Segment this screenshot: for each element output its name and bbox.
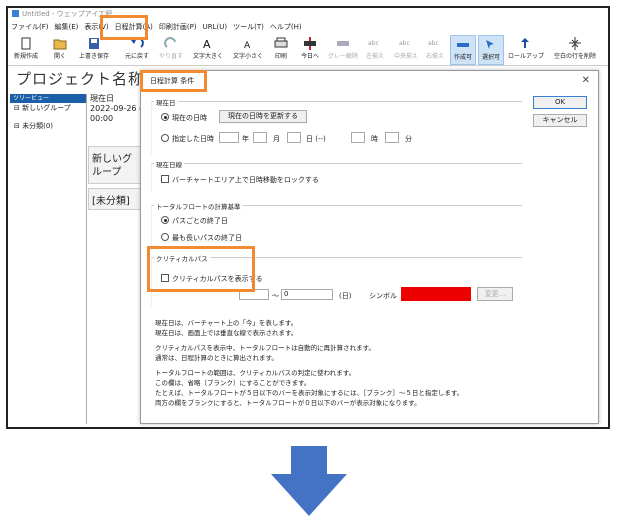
float-range-to-input[interactable]: 0 (281, 289, 333, 300)
hour-input[interactable] (351, 132, 365, 143)
menu-bar: ファイル(F) 編集(E) 表示(V) 日程計算(A) 印刷計画(P) URL(U) ツール… (8, 21, 608, 34)
rollup-button[interactable]: ロールアップ (508, 35, 544, 65)
today-icon (304, 37, 316, 50)
font-smaller-button[interactable]: A 文字小さく (230, 35, 266, 65)
range-unit: (日) (339, 292, 352, 300)
year-label: 年 (242, 135, 249, 143)
symbol-label: シンボル (369, 292, 397, 300)
ungrey-button[interactable]: グレー解除 (326, 35, 360, 65)
menu-tools[interactable]: ツール(T) (230, 21, 267, 34)
highlight-critical-path (147, 246, 255, 292)
month-label: 月 (273, 135, 280, 143)
year-input[interactable] (219, 132, 239, 143)
new-button[interactable]: 新規作成 (12, 35, 40, 65)
total-float-group: トータルフロートの計算基準 (151, 201, 522, 250)
radio-unselected (161, 134, 169, 142)
font-smaller-icon: A (244, 41, 251, 50)
save-icon (89, 38, 99, 49)
tree-view: ツリービュー ⊟ 新しいグループ ⊟ 未分類(0) (10, 94, 87, 424)
align-left-icon: abc (368, 40, 379, 47)
create-icon (457, 43, 469, 47)
total-float-legend: トータルフロートの計算基準 (154, 201, 243, 211)
cancel-button[interactable]: キャンセル (533, 114, 587, 127)
svg-text:A: A (203, 38, 211, 50)
align-center-icon: abc (399, 40, 410, 47)
app-icon (12, 10, 19, 17)
update-now-button[interactable]: 現在の日時を更新する (219, 110, 307, 123)
current-day-group: 現在日 (151, 97, 522, 154)
day-label: 日 (--) (306, 135, 326, 143)
toolbar: 新規作成 開く 上書き保存 元に戻す やり直す A 文字大きく A 文字小さく 印刷… (8, 35, 608, 66)
minute-input[interactable] (385, 132, 399, 143)
redo-button[interactable]: やり直す (156, 35, 186, 65)
day-input[interactable] (287, 132, 301, 143)
redo-icon (164, 37, 176, 48)
folder-icon (53, 39, 67, 50)
align-right-icon: abc (428, 40, 439, 47)
print-button[interactable]: 印刷 (270, 35, 292, 65)
menu-url[interactable]: URL(U) (200, 21, 230, 34)
delete-blank-rows-button[interactable]: 空白の行を削除 (546, 35, 604, 65)
now-radio[interactable]: 現在の日時 (161, 113, 207, 123)
help-paragraph: クリティカルパスを表示中、トータルフロートは自動的に再計算されます。 通常は、日程… (155, 344, 375, 362)
radio-selected (161, 216, 169, 224)
current-line-legend: 現在日線 (154, 159, 184, 169)
longest-path-radio[interactable]: 最も長いパスの終了日 (161, 233, 242, 243)
down-arrow-icon (271, 446, 347, 516)
menu-help[interactable]: ヘルプ(H) (267, 21, 305, 34)
delete-rows-icon (569, 37, 581, 50)
menu-file[interactable]: ファイル(F) (8, 21, 52, 34)
open-button[interactable]: 開く (50, 35, 70, 65)
lock-move-checkbox[interactable]: バーチャートエリア上で日時移動をロックする (161, 175, 319, 185)
title-bar: Untitled - ウェップアイ工程 (8, 8, 608, 20)
svg-text:abc: abc (368, 40, 379, 47)
help-paragraph: 現在日は、バーチャート上の「今」を表します。 現在日は、画面上では垂直な線で表示さ… (155, 319, 298, 337)
font-larger-button[interactable]: A 文字大きく (190, 35, 226, 65)
align-right-button[interactable]: abc 右揃え (424, 35, 446, 65)
svg-text:abc: abc (399, 40, 410, 47)
radio-selected (161, 113, 169, 121)
align-center-button[interactable]: abc 中央揃え (392, 35, 420, 65)
help-paragraph: トータルフロートの範囲は、クリティカルパスの判定に使われます。 この欄は、省略（ブ… (155, 369, 464, 407)
close-icon[interactable]: ✕ (582, 75, 590, 86)
ok-button[interactable]: OK (533, 96, 587, 109)
svg-text:A: A (244, 41, 251, 50)
tree-view-header: ツリービュー (10, 94, 86, 103)
dialog-title: 日程計算 条件 (150, 77, 195, 85)
tree-item-unclassified[interactable]: ⊟ 未分類(0) (10, 121, 86, 132)
menu-edit[interactable]: 編集(E) (52, 21, 82, 34)
menu-print-plan[interactable]: 印刷計画(P) (156, 21, 200, 34)
radio-unselected (161, 233, 169, 241)
current-day-legend: 現在日 (154, 97, 178, 107)
checkbox-empty (161, 175, 169, 183)
highlight-schedule-menu (100, 15, 148, 40)
select-enabled-button[interactable]: 選択可 (478, 35, 504, 65)
hour-label: 時 (371, 135, 378, 143)
range-separator: 〜 (272, 292, 279, 300)
highlight-dialog-title (140, 70, 207, 92)
specified-radio[interactable]: 指定した日時 (161, 134, 214, 144)
tree-item-group[interactable]: ⊟ 新しいグループ (10, 103, 86, 114)
font-larger-icon: A (203, 38, 211, 50)
change-symbol-button[interactable]: 変更... (477, 287, 513, 301)
window-title: Untitled - ウェップアイ工程 (22, 10, 113, 18)
minute-label: 分 (405, 135, 412, 143)
project-title[interactable]: プロジェクト名称 (16, 68, 144, 89)
align-left-button[interactable]: abc 左揃え (364, 35, 386, 65)
ungrey-icon (337, 41, 349, 46)
printer-icon (274, 37, 288, 48)
per-path-radio[interactable]: パスごとの終了日 (161, 216, 228, 226)
create-enabled-button[interactable]: 作成可 (450, 35, 476, 65)
select-icon (486, 40, 494, 49)
today-button[interactable]: 今日へ (298, 35, 322, 65)
new-file-icon (21, 37, 31, 50)
svg-text:abc: abc (428, 40, 439, 47)
symbol-color-swatch (401, 287, 471, 301)
rollup-icon (521, 38, 529, 48)
help-text: 現在日は、バーチャート上の「今」を表します。 現在日は、画面上では垂直な線で表示さ… (155, 318, 463, 413)
month-input[interactable] (253, 132, 267, 143)
